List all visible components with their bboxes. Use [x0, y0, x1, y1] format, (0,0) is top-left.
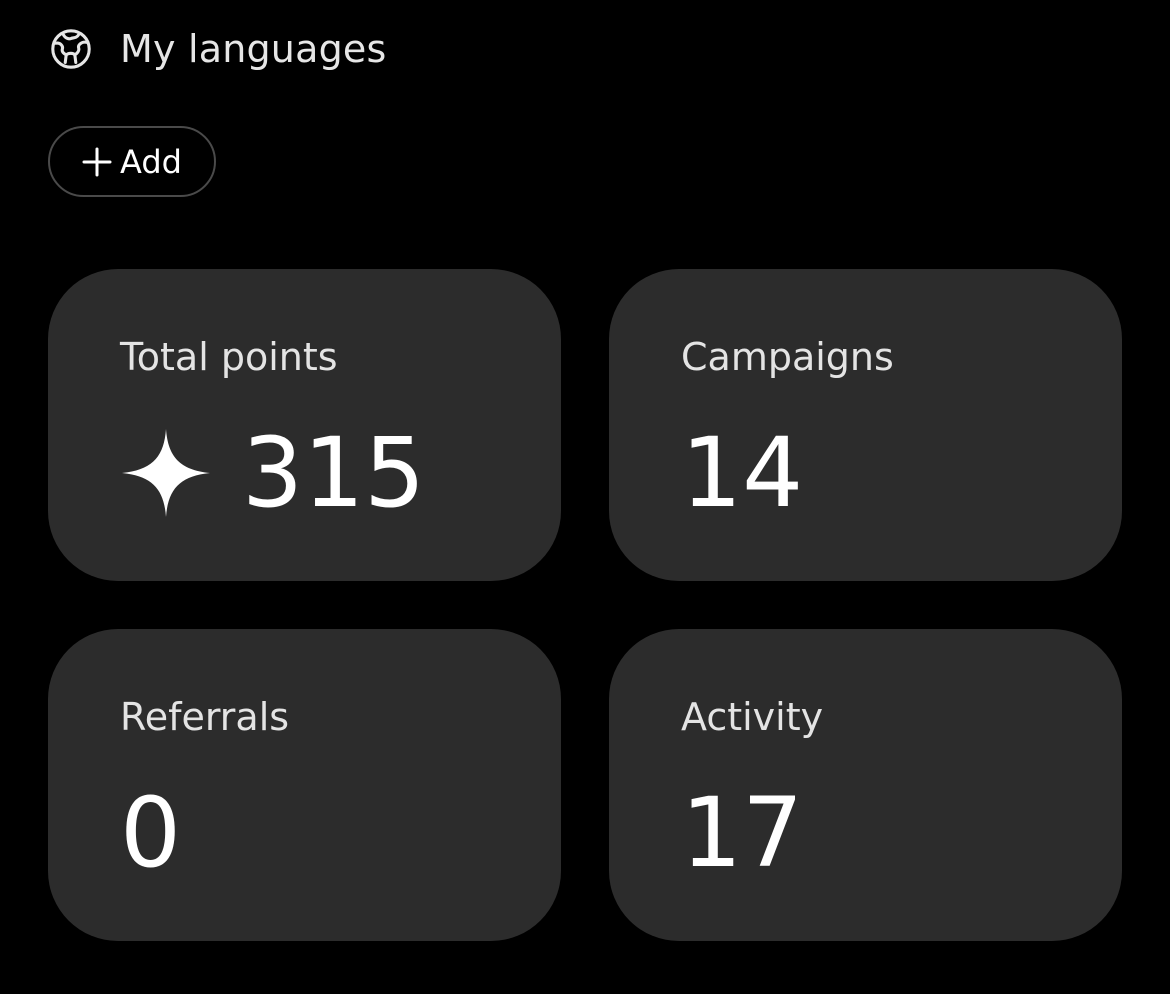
globe-icon [51, 29, 91, 69]
campaigns-card: Campaigns 14 [609, 269, 1122, 581]
plus-icon [82, 147, 112, 176]
stats-page: My languages Add Total points 315 Campai… [0, 0, 1170, 994]
total-points-card: Total points 315 [48, 269, 561, 581]
activity-card: Activity 17 [609, 629, 1122, 941]
languages-title: My languages [120, 27, 387, 71]
add-button-label: Add [120, 142, 182, 181]
total-points-value-row: 315 [120, 409, 425, 537]
sparkle-icon [122, 429, 210, 517]
languages-header: My languages [48, 22, 386, 76]
activity-value: 17 [681, 777, 804, 889]
total-points-value: 315 [242, 417, 426, 529]
referrals-value: 0 [120, 777, 182, 889]
activity-label: Activity [681, 695, 824, 739]
campaigns-label: Campaigns [681, 335, 894, 379]
add-language-button[interactable]: Add [48, 126, 216, 197]
campaigns-value-row: 14 [681, 409, 803, 537]
campaigns-value: 14 [681, 417, 804, 529]
total-points-label: Total points [120, 335, 338, 379]
referrals-value-row: 0 [120, 769, 181, 897]
referrals-label: Referrals [120, 695, 290, 739]
referrals-card: Referrals 0 [48, 629, 561, 941]
activity-value-row: 17 [681, 769, 803, 897]
